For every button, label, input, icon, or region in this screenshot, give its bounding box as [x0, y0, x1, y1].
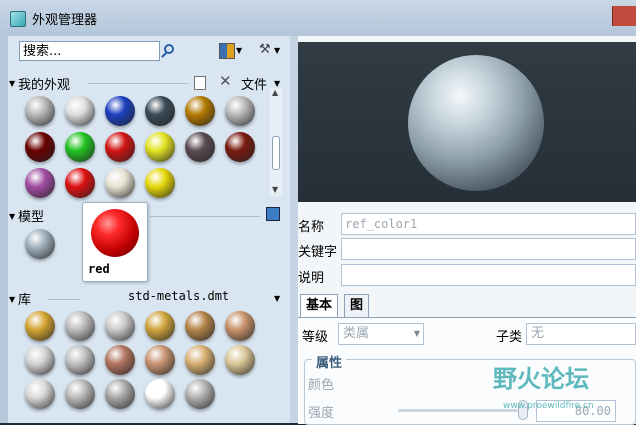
color-label: 颜色 [308, 378, 335, 393]
left-frame [0, 36, 8, 423]
my-appearance-swatch[interactable] [105, 168, 135, 198]
my-appearance-swatch[interactable] [185, 96, 215, 126]
my-appearance-swatch[interactable] [65, 132, 95, 162]
library-title: 库 [18, 293, 32, 308]
chevron-down-icon: ▼ [413, 329, 420, 338]
chevron-down-icon[interactable]: ▼ [274, 79, 280, 88]
library-appearance-swatch[interactable] [105, 345, 135, 375]
appearance-preview [298, 42, 636, 202]
library-appearance-swatch[interactable] [145, 379, 175, 409]
search-icon[interactable] [164, 44, 174, 54]
divider [150, 216, 260, 217]
keyword-field[interactable] [341, 238, 636, 260]
window-title: 外观管理器 [32, 13, 98, 28]
selected-appearance-card[interactable]: red [82, 202, 148, 282]
app-icon [10, 11, 26, 27]
my-appearance-swatch[interactable] [145, 168, 175, 198]
my-appearance-swatch[interactable] [105, 132, 135, 162]
divider [48, 299, 80, 300]
file-menu[interactable]: 文件 [241, 74, 267, 93]
library-appearance-swatch[interactable] [145, 311, 175, 341]
intensity-label: 强度 [308, 406, 335, 421]
scroll-down-icon[interactable]: ▼ [272, 185, 278, 194]
appearance-editor-panel: 名称 ref_color1 关键字 说明 基本 图 等级 类属 ▼ 子类 无 属… [298, 36, 636, 425]
my-appearance-swatch[interactable] [25, 96, 55, 126]
splitter[interactable] [290, 36, 298, 423]
tab-map[interactable]: 图 [344, 294, 370, 317]
my-appearance-swatch[interactable] [145, 96, 175, 126]
collapse-icon[interactable]: ▼ [9, 295, 15, 304]
model-appearance-swatch[interactable] [25, 229, 55, 259]
view-mode-icon[interactable] [219, 43, 235, 59]
subclass-label: 子类 [496, 330, 523, 345]
library-appearance-swatch[interactable] [105, 379, 135, 409]
selected-appearance-label: red [88, 262, 110, 276]
my-appearance-swatch[interactable] [105, 96, 135, 126]
chevron-down-icon[interactable]: ▼ [274, 46, 280, 55]
model-tool-icon[interactable] [266, 207, 280, 221]
appearance-library-panel: 搜索... ▼ ⚒ ▼ ▼ 我的外观 ✕ 文件 ▼ ▲ ▼ ▼ 模型 red ▼… [8, 36, 290, 423]
properties-title: 属性 [312, 352, 347, 371]
search-input[interactable]: 搜索... [19, 41, 160, 61]
delete-icon[interactable]: ✕ [219, 72, 232, 90]
name-field[interactable]: ref_color1 [341, 213, 636, 235]
my-appearance-swatch[interactable] [145, 132, 175, 162]
my-appearance-swatch[interactable] [185, 132, 215, 162]
selected-appearance-swatch [91, 209, 139, 257]
my-appearance-swatch[interactable] [25, 132, 55, 162]
library-file[interactable]: std-metals.dmt [128, 289, 229, 303]
my-appearance-swatch[interactable] [25, 168, 55, 198]
divider [88, 83, 188, 84]
library-appearance-swatch[interactable] [145, 345, 175, 375]
title-bar: 外观管理器 [0, 0, 636, 37]
my-appearance-swatch[interactable] [65, 96, 95, 126]
collapse-icon[interactable]: ▼ [9, 212, 15, 221]
tab-basic[interactable]: 基本 [300, 294, 339, 317]
scrollbar-thumb[interactable] [272, 136, 280, 170]
preview-sphere [408, 55, 544, 191]
model-title: 模型 [18, 210, 45, 225]
my-appearance-swatch[interactable] [225, 96, 255, 126]
description-field[interactable] [341, 264, 636, 286]
my-appearance-swatch[interactable] [225, 132, 255, 162]
library-appearance-swatch[interactable] [65, 311, 95, 341]
library-appearance-swatch[interactable] [105, 311, 135, 341]
library-appearance-swatch[interactable] [25, 379, 55, 409]
intensity-slider[interactable] [398, 409, 518, 412]
description-label: 说明 [298, 271, 325, 286]
level-value: 类属 [343, 326, 370, 341]
scroll-up-icon[interactable]: ▲ [272, 88, 278, 97]
library-appearance-swatch[interactable] [225, 311, 255, 341]
library-appearance-swatch[interactable] [65, 379, 95, 409]
my-appearance-swatch[interactable] [65, 168, 95, 198]
level-select[interactable]: 类属 ▼ [338, 323, 424, 345]
library-appearance-swatch[interactable] [225, 345, 255, 375]
library-appearance-swatch[interactable] [25, 345, 55, 375]
watermark-text: 野火论坛 [493, 365, 589, 393]
keyword-label: 关键字 [298, 245, 338, 260]
library-appearance-swatch[interactable] [185, 311, 215, 341]
library-appearance-swatch[interactable] [185, 379, 215, 409]
chevron-down-icon[interactable]: ▼ [274, 294, 280, 303]
tools-icon[interactable]: ⚒ [259, 42, 273, 58]
name-label: 名称 [298, 220, 325, 235]
level-label: 等级 [302, 330, 329, 345]
collapse-icon[interactable]: ▼ [9, 79, 15, 88]
close-button[interactable] [612, 6, 636, 26]
my-appearances-title: 我的外观 [18, 78, 71, 93]
new-appearance-icon[interactable] [194, 76, 206, 90]
library-appearance-swatch[interactable] [25, 311, 55, 341]
library-appearance-swatch[interactable] [65, 345, 95, 375]
subclass-value: 无 [531, 326, 545, 341]
library-appearance-swatch[interactable] [185, 345, 215, 375]
watermark-url: www.proewildfire.cn [503, 401, 594, 411]
chevron-down-icon[interactable]: ▼ [236, 46, 242, 55]
tab-bar: 基本 图 [298, 294, 636, 318]
subclass-select[interactable]: 无 [526, 323, 636, 345]
